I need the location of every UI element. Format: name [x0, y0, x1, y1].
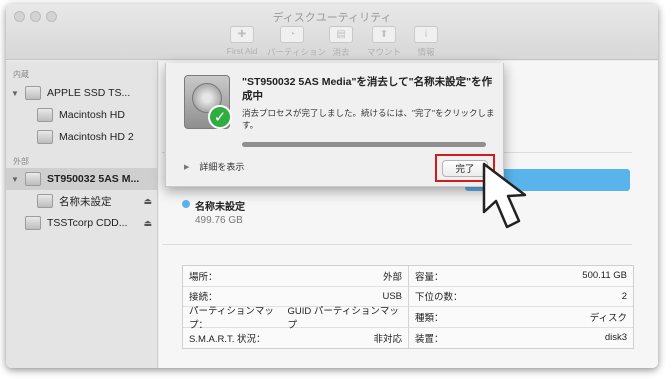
sidebar-item-apple-ssd[interactable]: ▼ APPLE SSD TS...: [6, 82, 158, 104]
info-button[interactable]: i 情報: [401, 26, 451, 58]
sheet-message: 消去プロセスが完了しました。続けるには、"完了"をクリックします。: [242, 108, 495, 130]
partition-icon: ◔: [280, 26, 304, 43]
sidebar-section-internal: 内蔵: [13, 70, 29, 79]
info-cell: 場所： 外部: [183, 266, 408, 286]
volume-name: 名称未設定: [195, 202, 245, 213]
sidebar-item-label: APPLE SSD TS...: [47, 87, 131, 99]
toolbar: ディスクユーティリティ ✚ First Aid ◔ パーティション ▤ 消去 ⬆…: [6, 4, 658, 60]
partition-label: パーティション: [267, 47, 326, 57]
info-value: 2: [621, 290, 627, 302]
first-aid-label: First Aid: [226, 46, 258, 56]
sidebar-item-macintosh-hd-2[interactable]: Macintosh HD 2: [6, 126, 158, 148]
info-value: disk3: [604, 332, 627, 344]
volume-icon: [37, 108, 53, 122]
erase-icon: ▤: [329, 26, 353, 43]
partition-button[interactable]: ◔ パーティション: [267, 26, 326, 58]
volume-icon: [37, 130, 53, 144]
first-aid-button[interactable]: ✚ First Aid: [217, 26, 267, 56]
info-label: 種類：: [415, 312, 444, 324]
info-value: 外部: [382, 271, 402, 283]
mouse-cursor-icon: [482, 162, 527, 229]
info-value: ディスク: [589, 312, 627, 324]
external-disk-icon: [25, 172, 41, 186]
show-details-toggle[interactable]: ▶ 詳細を表示: [184, 160, 244, 173]
info-label: 接続：: [189, 292, 218, 304]
volume-icon: [37, 194, 53, 208]
disclosure-triangle-icon: ▶: [184, 163, 190, 171]
disclosure-triangle-icon[interactable]: ▼: [11, 89, 19, 98]
erase-progress-bar: [242, 142, 486, 147]
info-row: パーティションマップ： GUID パーティションマップ 種類： ディスク: [183, 306, 633, 331]
sidebar-item-label: ST950032 5AS M...: [47, 173, 140, 185]
mount-icon: ⬆: [372, 26, 396, 43]
sidebar-item-tsstcorp[interactable]: TSSTcorp CDD... ⏏: [6, 212, 158, 234]
divider: [162, 244, 632, 245]
info-value: 500.11 GB: [582, 270, 627, 282]
first-aid-icon: ✚: [230, 26, 254, 43]
eject-icon[interactable]: ⏏: [143, 196, 152, 207]
checkmark-icon: ✓: [208, 105, 232, 129]
info-label: S.M.A.R.T. 状況：: [189, 333, 266, 345]
disk-info-table: 場所： 外部 容量： 500.11 GB 接続： USB 下位の数： 2 パーテ…: [182, 265, 634, 349]
sidebar: 内蔵 ▼ APPLE SSD TS... Macintosh HD Macint…: [6, 61, 158, 368]
volume-color-swatch: [182, 200, 190, 208]
sidebar-item-label: Macintosh HD: [59, 109, 125, 121]
info-cell: パーティションマップ： GUID パーティションマップ: [183, 306, 408, 331]
sidebar-item-macintosh-hd[interactable]: Macintosh HD: [6, 104, 158, 126]
sidebar-item-label: TSSTcorp CDD...: [47, 217, 128, 229]
info-label: 情報: [417, 47, 435, 57]
info-value: 非対応: [373, 333, 402, 345]
sidebar-item-label: Macintosh HD 2: [59, 131, 134, 143]
disclosure-triangle-icon[interactable]: ▼: [11, 175, 19, 184]
info-cell: 下位の数： 2: [408, 286, 633, 306]
info-icon: i: [414, 26, 438, 43]
erase-progress-sheet: ✓ "ST950032 5AS Media"を消去して"名称未設定"を作成中 消…: [165, 63, 504, 187]
info-cell: 容量： 500.11 GB: [408, 266, 633, 286]
internal-disk-icon: [25, 86, 41, 100]
sidebar-item-label: 名称未設定: [59, 195, 112, 208]
sidebar-item-st950032[interactable]: ▼ ST950032 5AS M...: [6, 168, 158, 190]
info-label: 容量：: [415, 271, 444, 283]
info-value: USB: [382, 290, 402, 302]
info-label: 装置：: [415, 333, 444, 345]
sheet-title: "ST950032 5AS Media"を消去して"名称未設定"を作成中: [242, 76, 493, 102]
optical-drive-icon: [25, 216, 41, 230]
window-title: ディスクユーティリティ: [272, 12, 392, 24]
info-cell: 装置： disk3: [408, 327, 633, 348]
info-row: 場所： 外部 容量： 500.11 GB: [183, 266, 633, 287]
eject-icon[interactable]: ⏏: [143, 218, 152, 229]
volume-size: 499.76 GB: [195, 215, 243, 226]
show-details-label: 詳細を表示: [199, 162, 245, 172]
info-cell: 種類： ディスク: [408, 307, 633, 327]
info-label: 下位の数：: [415, 292, 463, 304]
sidebar-section-external: 外部: [13, 157, 29, 166]
info-row: S.M.A.R.T. 状況： 非対応 装置： disk3: [183, 327, 633, 349]
info-label: 場所：: [189, 271, 218, 283]
info-cell: S.M.A.R.T. 状況： 非対応: [183, 328, 408, 349]
sidebar-item-untitled-volume[interactable]: 名称未設定 ⏏: [6, 190, 158, 212]
